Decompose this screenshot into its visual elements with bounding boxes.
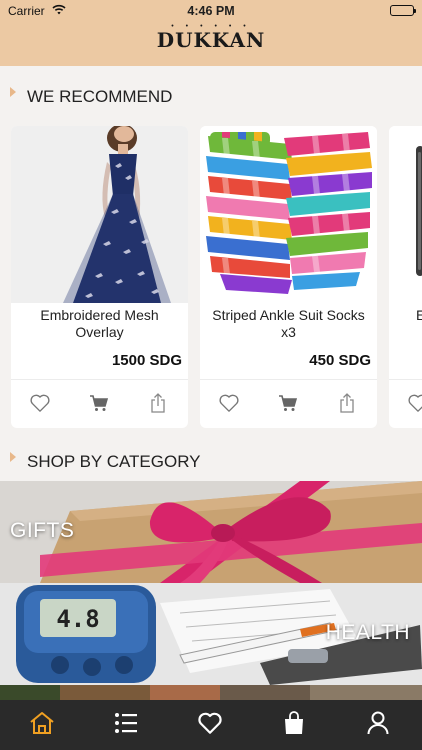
home-icon <box>29 711 55 740</box>
share-icon[interactable] <box>143 388 173 418</box>
app-logo[interactable]: DUKKAN <box>0 28 422 52</box>
tab-profile[interactable] <box>336 700 420 750</box>
product-image[interactable] <box>11 126 188 303</box>
add-to-cart-icon[interactable] <box>273 388 303 418</box>
user-icon <box>367 711 389 740</box>
product-name[interactable]: Striped Ankle Suit Socks x3 <box>206 307 371 341</box>
category-banner-health[interactable]: 4.8 HEALTH <box>0 583 422 685</box>
tab-categories[interactable] <box>84 700 168 750</box>
battery-icon <box>390 5 416 16</box>
share-icon[interactable] <box>332 388 362 418</box>
section-title-text: SHOP BY CATEGORY <box>27 452 201 471</box>
section-title-text: WE RECOMMEND <box>27 87 173 106</box>
section-title-category: SHOP BY CATEGORY <box>10 452 201 472</box>
tab-bar <box>0 700 422 750</box>
product-name[interactable]: Embroidered Mesh Overlay <box>17 307 182 341</box>
product-card[interactable]: Embroidered Mesh Overlay 1500 SDG <box>11 126 188 428</box>
product-price: 1500 SDG <box>111 352 182 369</box>
tab-home[interactable] <box>0 700 84 750</box>
shopping-bag-icon <box>283 710 305 740</box>
product-actions <box>389 388 422 418</box>
favorite-icon[interactable] <box>214 388 244 418</box>
product-card[interactable]: E <box>389 126 422 428</box>
status-bar: Carrier 4:46 PM <box>0 0 422 22</box>
tab-cart[interactable] <box>252 700 336 750</box>
list-icon <box>114 712 138 739</box>
favorite-icon[interactable] <box>25 388 55 418</box>
section-title-recommend: WE RECOMMEND <box>10 87 172 107</box>
product-card[interactable]: Striped Ankle Suit Socks x3 450 SDG <box>200 126 377 428</box>
product-image[interactable] <box>200 126 377 303</box>
tab-favorites[interactable] <box>168 700 252 750</box>
glucometer-reading: 4.8 <box>56 605 99 633</box>
card-divider <box>389 379 422 380</box>
status-time: 4:46 PM <box>187 4 235 18</box>
product-actions <box>200 388 377 418</box>
product-name[interactable]: E <box>416 307 422 324</box>
card-divider <box>11 379 188 380</box>
caret-icon <box>10 452 16 462</box>
product-price: 450 SDG <box>309 352 371 369</box>
category-banner-gifts[interactable]: GIFTS <box>0 481 422 583</box>
category-banner[interactable] <box>0 685 422 700</box>
product-actions <box>11 388 188 418</box>
caret-icon <box>10 87 16 97</box>
card-divider <box>200 379 377 380</box>
category-label: GIFTS <box>10 519 75 542</box>
add-to-cart-icon[interactable] <box>84 388 114 418</box>
category-image <box>0 685 422 700</box>
heart-icon <box>197 711 223 740</box>
product-image[interactable] <box>389 126 422 303</box>
favorite-icon[interactable] <box>403 388 422 418</box>
recommend-carousel[interactable]: Embroidered Mesh Overlay 1500 SDG Stripe… <box>0 126 422 428</box>
app-header: Carrier 4:46 PM • • • • • • DUKKAN <box>0 0 422 66</box>
category-label: HEALTH <box>325 621 410 644</box>
